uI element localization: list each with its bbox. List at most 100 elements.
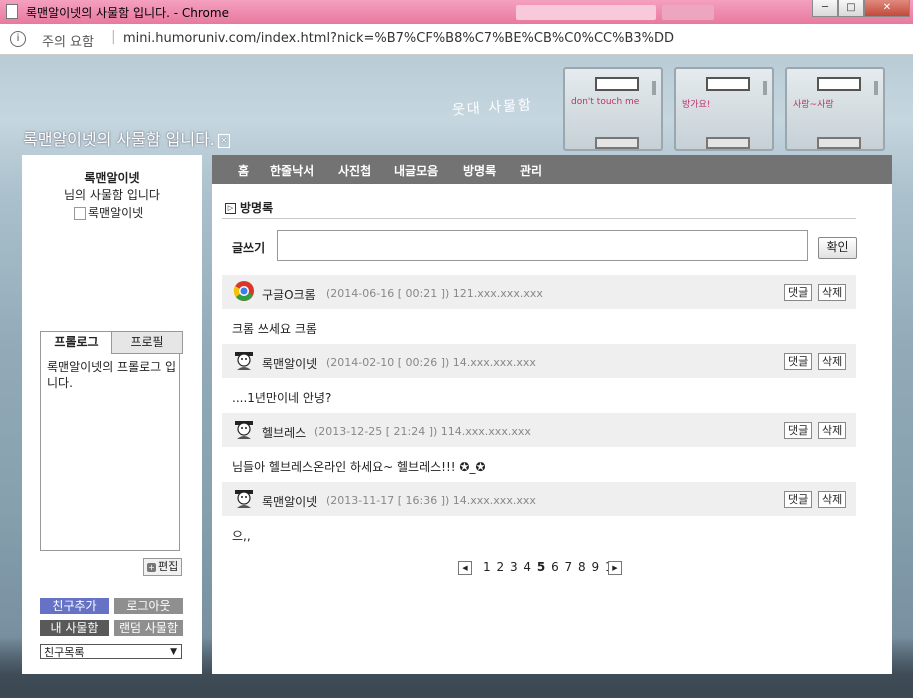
broken-image-icon: [74, 207, 86, 220]
guestbook-entry-header: 구글O크롬 (2014-06-16 [ 00:21 ]) 121.xxx.xxx…: [222, 275, 856, 309]
locker-vent-lower: [817, 137, 861, 149]
edit-button[interactable]: + 편집: [143, 558, 183, 576]
reply-button[interactable]: 댓글: [784, 491, 813, 508]
entry-author[interactable]: 록맨알이넷: [262, 355, 317, 372]
page-link[interactable]: 1: [483, 560, 492, 574]
maximize-button[interactable]: □: [838, 0, 864, 17]
entry-meta: (2014-02-10 [ 00:26 ]) 14.xxx.xxx.xxx: [326, 356, 536, 369]
page-content: 록맨알이넷의 사물함 입니다. ✕ 웃대 사물함 don't touch me 방…: [0, 55, 913, 698]
owner-name: 록맨알이넷: [84, 171, 140, 185]
owner-image: 록맨알이넷: [74, 204, 143, 221]
locker-note: 사랑~사랑: [793, 100, 834, 110]
address-bar: i 주의 요함 | mini.humoruniv.com/index.html?…: [0, 24, 913, 55]
page-link[interactable]: 7: [565, 560, 574, 574]
delete-button[interactable]: 삭제: [818, 491, 847, 508]
entry-meta: (2013-12-25 [ 21:24 ]) 114.xxx.xxx.xxx: [314, 425, 531, 438]
page-link[interactable]: 3: [510, 560, 519, 574]
url-field[interactable]: mini.humoruniv.com/index.html?nick=%B7%C…: [123, 31, 674, 46]
next-page-button[interactable]: ▶: [608, 561, 622, 575]
arrow-box-icon: ▷: [225, 203, 236, 214]
locker-note: 방가요!: [682, 100, 711, 110]
sidebar: 록맨알이넷 님의 사물함 입니다 록맨알이넷 프롤로그 프로필 록맨알이넷의 프…: [22, 155, 202, 674]
owner-subtitle: 님의 사물함 입니다: [64, 188, 160, 202]
plus-icon: +: [147, 563, 156, 572]
address-separator: |: [111, 29, 116, 45]
nav-manage[interactable]: 관리: [520, 162, 542, 179]
locker-3: 사랑~사랑: [785, 67, 885, 151]
prev-page-button[interactable]: ◀: [458, 561, 472, 575]
delete-button[interactable]: 삭제: [818, 422, 847, 439]
nav-guestbook[interactable]: 방명록: [463, 162, 496, 179]
page-icon: [6, 4, 18, 19]
locker-vent-lower: [706, 137, 750, 149]
entry-body: 크롬 쓰세요 크롬: [232, 322, 317, 336]
info-icon[interactable]: i: [10, 31, 26, 47]
reply-button[interactable]: 댓글: [784, 284, 813, 301]
friends-select[interactable]: 친구목록 ▼: [40, 644, 182, 659]
delete-button[interactable]: 삭제: [818, 353, 847, 370]
graduate-avatar-icon: [235, 490, 253, 508]
nav-oneline[interactable]: 한줄낙서: [270, 162, 314, 179]
page-link[interactable]: 2: [496, 560, 505, 574]
guestbook-textarea[interactable]: [277, 230, 808, 261]
window-titlebar: 록맨알이넷의 사물함 입니다. - Chrome ─ □ ✕: [0, 0, 913, 24]
reply-button[interactable]: 댓글: [784, 353, 813, 370]
entry-meta: (2014-06-16 [ 00:21 ]) 121.xxx.xxx.xxx: [326, 287, 543, 300]
divider: [222, 218, 856, 219]
nav-bar: 홈 한줄낙서 사진첩 내글모음 방명록 관리: [212, 155, 892, 184]
entry-author[interactable]: 구글O크롬: [262, 286, 316, 303]
tab-prologue[interactable]: 프롤로그: [40, 331, 113, 353]
graduate-avatar-icon: [235, 352, 253, 370]
delete-button[interactable]: 삭제: [818, 284, 847, 301]
write-label: 글쓰기: [232, 241, 266, 255]
entry-body: 님들아 헬브레스온라인 하세요~ 헬브레스!!! ✪_✪: [232, 460, 486, 474]
friends-select-value: 친구목록: [44, 646, 85, 659]
add-friend-button[interactable]: 친구추가: [40, 598, 109, 614]
close-button[interactable]: ✕: [864, 0, 910, 17]
entry-body: ....1년만이네 안녕?: [232, 391, 332, 405]
locker-vent: [817, 77, 861, 91]
my-locker-button[interactable]: 내 사물함: [40, 620, 109, 636]
page-link[interactable]: 9: [591, 560, 600, 574]
dropdown-arrow-icon: ▼: [170, 647, 177, 657]
guestbook-entry-header: 록맨알이넷 (2013-11-17 [ 16:36 ]) 14.xxx.xxx.…: [222, 482, 856, 516]
nav-photos[interactable]: 사진첩: [338, 162, 371, 179]
page-link[interactable]: 6: [551, 560, 560, 574]
edit-button-label: 편집: [158, 560, 179, 573]
graduate-avatar-icon: [235, 421, 253, 439]
entry-author[interactable]: 록맨알이넷: [262, 493, 317, 510]
owner-image-alt: 록맨알이넷: [88, 206, 144, 220]
entry-meta: (2013-11-17 [ 16:36 ]) 14.xxx.xxx.xxx: [326, 494, 536, 507]
broken-image-icon: ✕: [217, 133, 230, 148]
locker-handle: [652, 81, 656, 95]
tab-profile[interactable]: 프로필: [111, 331, 183, 354]
entry-author[interactable]: 헬브레스: [262, 424, 306, 441]
nav-home[interactable]: 홈: [238, 162, 249, 179]
page-link[interactable]: 8: [578, 560, 587, 574]
locker-caption: 웃대 사물함: [451, 97, 534, 119]
locker-vent: [595, 77, 639, 91]
section-title: 방명록: [240, 201, 274, 215]
titlebar-blurred-area: [516, 5, 656, 20]
site-title: 록맨알이넷의 사물함 입니다. ✕: [23, 126, 230, 150]
guestbook-entry-header: 헬브레스 (2013-12-25 [ 21:24 ]) 114.xxx.xxx.…: [222, 413, 856, 447]
locker-handle: [874, 81, 878, 95]
main-panel: 홈 한줄낙서 사진첩 내글모음 방명록 관리 ▷ 방명록 글쓰기 확인 구글O크롬…: [212, 155, 892, 674]
locker-handle: [763, 81, 767, 95]
locker-1: don't touch me: [563, 67, 663, 151]
prologue-text: 록맨알이넷의 프롤로그 입니다.: [40, 353, 180, 551]
locker-vent-lower: [595, 137, 639, 149]
locker-2: 방가요!: [674, 67, 774, 151]
random-locker-button[interactable]: 랜덤 사물함: [114, 620, 183, 636]
entry-body: 으,,: [232, 529, 251, 543]
submit-button[interactable]: 확인: [818, 237, 857, 259]
section-header: ▷ 방명록: [225, 199, 273, 216]
reply-button[interactable]: 댓글: [784, 422, 813, 439]
page-link[interactable]: 4: [523, 560, 532, 574]
nav-my-posts[interactable]: 내글모음: [394, 162, 438, 179]
minimize-button[interactable]: ─: [812, 0, 838, 17]
titlebar-blurred-button: [662, 5, 714, 20]
security-warning[interactable]: 주의 요함: [42, 31, 94, 50]
logout-button[interactable]: 로그아웃: [114, 598, 183, 614]
chrome-icon: [233, 281, 254, 301]
